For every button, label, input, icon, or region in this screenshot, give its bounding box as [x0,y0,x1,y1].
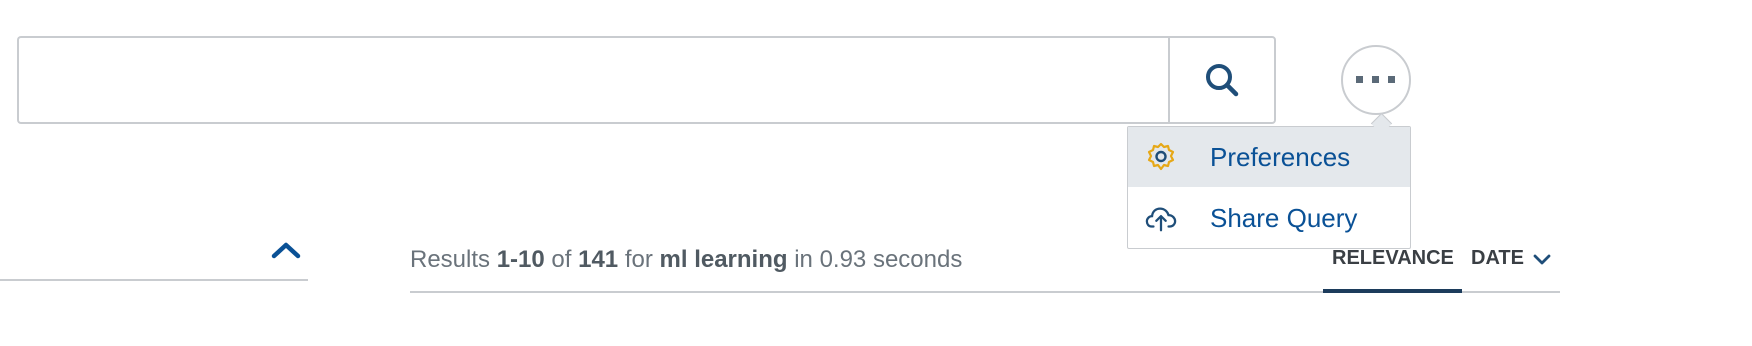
search-results-page: Preferences Share Query Results 1-10 of … [0,0,1752,346]
chevron-up-icon [271,242,301,259]
menu-item-label: Share Query [1210,202,1358,233]
sort-tab-relevance[interactable]: RELEVANCE [1332,247,1454,270]
options-menu: Preferences Share Query [1127,126,1411,249]
results-total: 141 [578,246,619,273]
search-button[interactable] [1168,36,1276,124]
results-query: ml learning [659,246,788,273]
results-of: of [551,246,572,273]
chevron-down-icon [1533,254,1551,265]
more-options-button[interactable] [1341,45,1411,115]
cloud-upload-icon [1145,202,1177,234]
results-range: 1-10 [496,246,545,273]
results-time: in 0.93 seconds [794,246,963,273]
menu-item-label: Preferences [1210,141,1351,172]
gear-icon [1145,141,1177,173]
menu-item-preferences[interactable]: Preferences [1128,127,1410,187]
sort-active-indicator [1323,289,1462,293]
sort-tab-date[interactable]: DATE [1471,247,1552,270]
results-prefix: Results [410,246,491,273]
menu-item-share-query[interactable]: Share Query [1128,188,1410,248]
divider [0,279,308,281]
sort-tab-date-label: DATE [1471,247,1524,269]
search-icon [1206,64,1239,97]
search-input[interactable] [17,36,1168,124]
results-for: for [624,246,653,273]
more-horizontal-icon [1356,76,1395,83]
collapse-button[interactable] [267,234,305,266]
results-summary: Results 1-10 of 141 for ml learning in 0… [410,246,962,274]
